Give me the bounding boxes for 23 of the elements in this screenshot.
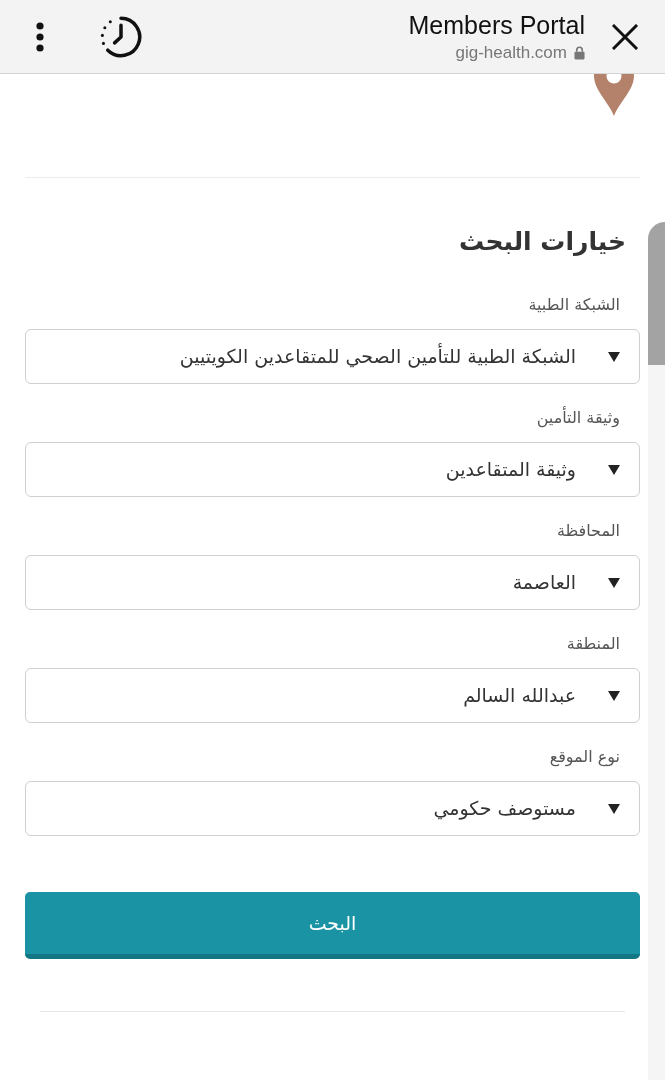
dropdown-select[interactable]: العاصمة — [25, 555, 640, 610]
section-heading: خيارات البحث — [458, 226, 626, 258]
field-label: المحافظة — [556, 520, 620, 542]
search-button[interactable]: البحث — [25, 892, 640, 959]
dropdown-select[interactable]: مستوصف حكومي — [25, 781, 640, 836]
dropdown-select[interactable]: عبدالله السالم — [25, 668, 640, 723]
menu-icon[interactable] — [36, 21, 44, 52]
page-title: Members Portal — [408, 9, 585, 40]
caret-down-icon — [608, 690, 620, 701]
caret-down-icon — [608, 464, 620, 475]
field-label: وثيقة التأمين — [536, 406, 620, 430]
close-icon[interactable] — [612, 23, 638, 50]
dropdown-select[interactable]: الشبكة الطبية للتأمين الصحي للمتقاعدين الكويتيين — [25, 329, 640, 384]
caret-down-icon — [608, 577, 620, 588]
field-label: المنطقة — [566, 633, 620, 655]
caret-down-icon — [608, 803, 620, 814]
timer-icon[interactable] — [100, 15, 142, 58]
site-url: gig-health.com — [455, 41, 567, 64]
dropdown-select[interactable]: وثيقة المتقاعدين — [25, 442, 640, 497]
caret-down-icon — [608, 351, 620, 362]
scrollbar-thumb[interactable] — [648, 222, 665, 365]
field-label: نوع الموقع — [549, 746, 620, 769]
field-label: الشبكة الطبية — [528, 294, 620, 316]
